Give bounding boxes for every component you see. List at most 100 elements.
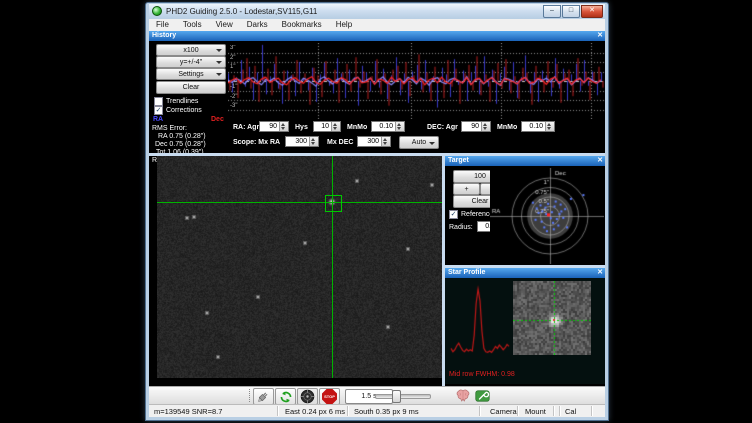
history-panel-titlebar[interactable]: History ✕ xyxy=(149,31,605,41)
stop-button[interactable]: STOP xyxy=(319,388,340,405)
window-title: PHD2 Guiding 2.5.0 - Lodestar,SV115,G11 xyxy=(166,7,317,16)
graph-settings-dropdown[interactable]: Settings xyxy=(156,68,226,80)
graph-scale-label: x100 xyxy=(183,47,198,54)
corrections-checkbox[interactable]: ✓ Corrections xyxy=(154,106,202,115)
spinner-arrows[interactable] xyxy=(481,122,490,131)
spinner-arrows[interactable] xyxy=(331,122,340,131)
target-clear-label: Clear xyxy=(472,198,489,205)
y-tick: -2" xyxy=(230,94,237,100)
checkbox-box[interactable] xyxy=(154,97,163,106)
target-panel: Target ✕ 100 + - Clear ✓ Reference Circl… xyxy=(445,156,605,265)
mx-dec-label: Mx DEC xyxy=(327,139,353,146)
status-separator xyxy=(553,406,555,416)
history-panel: History ✕ x100 y=+/-4" Settings Clear Tr… xyxy=(149,31,605,153)
spinner-arrows[interactable] xyxy=(279,122,288,131)
maximize-button[interactable]: □ xyxy=(562,5,580,18)
dec-mnmo-spinner[interactable]: 0.10 xyxy=(521,121,555,132)
chevron-down-icon xyxy=(429,142,435,145)
graph-clear-label: Clear xyxy=(183,84,200,91)
guide-camera-image[interactable] xyxy=(157,156,442,378)
guide-image-frame xyxy=(157,156,442,378)
gamma-slider-thumb[interactable] xyxy=(392,390,401,403)
dec-mnmo-value[interactable]: 0.10 xyxy=(522,122,545,131)
checkbox-box-checked[interactable]: ✓ xyxy=(154,106,163,115)
rms-dec: Dec 0.75 (0.28") xyxy=(155,141,206,148)
start-guiding-button[interactable] xyxy=(297,388,318,405)
status-separator xyxy=(559,406,561,416)
target-panel-title: Target xyxy=(448,157,469,164)
y-tick: 2" xyxy=(230,55,235,61)
minimize-button[interactable]: – xyxy=(543,5,561,18)
connect-equipment-button[interactable] xyxy=(253,388,274,405)
chevron-down-icon xyxy=(216,73,222,76)
menu-help[interactable]: Help xyxy=(329,19,359,31)
target-zoom-value: 100 xyxy=(474,173,486,180)
toolbar-grip[interactable] xyxy=(249,389,250,402)
y-tick: -1" xyxy=(230,84,237,90)
ra-mnmo-label: MnMo xyxy=(347,124,367,131)
rms-heading: RMS Error: xyxy=(152,125,187,132)
client-area: File Tools View Darks Bookmarks Help His… xyxy=(149,19,605,417)
mx-ra-value[interactable]: 300 xyxy=(286,137,309,146)
ra-mnmo-spinner[interactable]: 0.10 xyxy=(371,121,405,132)
scope-mxra-label: Scope: Mx RA xyxy=(233,139,280,146)
mx-dec-value[interactable]: 300 xyxy=(358,137,381,146)
hys-label: Hys xyxy=(295,124,308,131)
ra-legend-label[interactable]: RA xyxy=(153,116,163,123)
menu-darks[interactable]: Darks xyxy=(240,19,275,31)
ra-agr-value[interactable]: 90 xyxy=(260,122,279,131)
menu-tools[interactable]: Tools xyxy=(176,19,209,31)
star-profile-titlebar[interactable]: Star Profile ✕ xyxy=(445,268,605,278)
advanced-settings-button[interactable] xyxy=(453,388,472,403)
loop-exposures-button[interactable] xyxy=(275,388,296,405)
graph-scale-dropdown[interactable]: x100 xyxy=(156,44,226,56)
ra-agr-label: RA: Agr xyxy=(233,124,259,131)
screen-letterbox: PHD2 Guiding 2.5.0 - Lodestar,SV115,G11 … xyxy=(0,0,752,423)
hys-value[interactable]: 10 xyxy=(314,122,331,131)
camera-setup-button[interactable] xyxy=(473,388,492,403)
stop-label: STOP xyxy=(324,394,335,399)
lock-crosshair-horizontal xyxy=(157,202,442,203)
main-toolbar: STOP 1.5 s xyxy=(149,386,605,406)
title-bar[interactable]: PHD2 Guiding 2.5.0 - Lodestar,SV115,G11 … xyxy=(149,4,605,18)
dec-agr-spinner[interactable]: 90 xyxy=(461,121,491,132)
menu-view[interactable]: View xyxy=(209,19,240,31)
hys-spinner[interactable]: 10 xyxy=(313,121,341,132)
ra-mnmo-value[interactable]: 0.10 xyxy=(372,122,395,131)
lock-crosshair-vertical xyxy=(332,156,333,378)
spinner-arrows[interactable] xyxy=(545,122,554,131)
spinner-arrows[interactable] xyxy=(381,137,390,146)
status-separator xyxy=(277,406,279,416)
trendlines-checkbox[interactable]: Trendlines xyxy=(154,97,198,106)
dec-guide-mode-dropdown[interactable]: Auto xyxy=(399,136,439,149)
spinner-arrows[interactable] xyxy=(309,137,318,146)
mx-ra-spinner[interactable]: 300 xyxy=(285,136,319,147)
wrench-tool-icon xyxy=(475,389,490,403)
menu-file[interactable]: File xyxy=(149,19,176,31)
close-button[interactable]: ✕ xyxy=(581,5,603,18)
target-panel-titlebar[interactable]: Target ✕ xyxy=(445,156,605,166)
target-close-icon[interactable]: ✕ xyxy=(597,156,603,166)
dec-guide-mode-value: Auto xyxy=(412,139,426,146)
dec-agr-value[interactable]: 90 xyxy=(462,122,481,131)
mx-dec-spinner[interactable]: 300 xyxy=(357,136,391,147)
usb-connect-icon xyxy=(256,389,271,404)
gamma-slider-track[interactable] xyxy=(375,394,431,399)
graph-clear-button[interactable]: Clear xyxy=(156,81,226,94)
phd2-window: PHD2 Guiding 2.5.0 - Lodestar,SV115,G11 … xyxy=(145,2,609,421)
target-zoom-in-button[interactable]: + xyxy=(453,183,480,195)
status-separator xyxy=(591,406,593,416)
chevron-down-icon xyxy=(216,49,222,52)
spinner-arrows[interactable] xyxy=(395,122,404,131)
ra-agr-spinner[interactable]: 90 xyxy=(259,121,289,132)
dec-legend-label[interactable]: Dec xyxy=(211,116,224,123)
dec-agr-label: DEC: Agr xyxy=(427,124,458,131)
loop-arrows-icon xyxy=(279,390,293,404)
dec-mnmo-label: MnMo xyxy=(497,124,517,131)
graph-yscale-dropdown[interactable]: y=+/-4" xyxy=(156,56,226,68)
star-profile-close-icon[interactable]: ✕ xyxy=(597,268,603,278)
checkbox-box-checked[interactable]: ✓ xyxy=(449,210,458,219)
menu-bookmarks[interactable]: Bookmarks xyxy=(275,19,329,31)
graph-settings-label: Settings xyxy=(178,71,203,78)
history-close-icon[interactable]: ✕ xyxy=(597,31,603,41)
